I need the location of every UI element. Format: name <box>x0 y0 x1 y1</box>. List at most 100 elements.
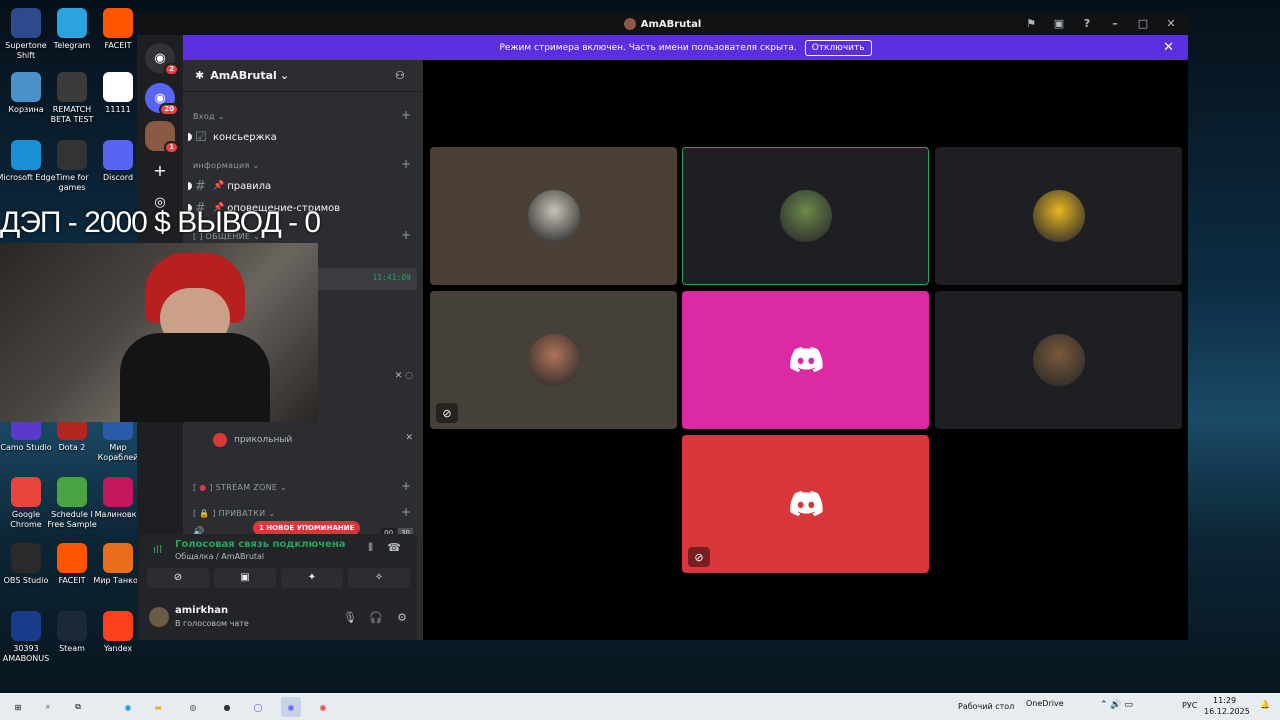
banner-close-icon[interactable]: ✕ <box>1163 40 1174 55</box>
add-channel-icon[interactable]: + <box>401 479 411 493</box>
server-amabrutal[interactable]: 1 <box>145 121 179 154</box>
minimize-button[interactable]: – <box>1108 17 1122 31</box>
telegram-icon <box>57 8 87 38</box>
server-name: AmABrutal <box>210 69 277 82</box>
participant-avatar <box>527 334 580 386</box>
title-bar: AmABrutal ⚑ ▣ ? – □ ✕ <box>137 13 1188 35</box>
task-view-icon[interactable]: ⧉ <box>68 697 88 717</box>
camera-off-icon: ⊘ <box>173 572 183 583</box>
amabonus-icon <box>11 611 41 641</box>
chrome-icon[interactable]: ◉ <box>313 697 333 717</box>
banner-text: Режим стримера включен. Часть имени поль… <box>499 42 797 53</box>
app-icon[interactable]: ● <box>217 697 237 717</box>
desktop-label[interactable]: Рабочий стол <box>958 702 1014 711</box>
add-channel-icon[interactable]: + <box>401 505 411 519</box>
steam-icon <box>57 611 87 641</box>
gamepad-icon <box>57 140 87 170</box>
server-button[interactable]: ◉ 20 <box>145 83 179 116</box>
camo-icon[interactable]: ◯ <box>248 697 268 717</box>
channel-konsierzhka[interactable]: ☑ консьержка <box>188 128 415 146</box>
red-dot-icon: ● <box>199 483 207 492</box>
hash-icon: # <box>195 178 206 194</box>
category-label: STREAM ZONE <box>215 483 278 492</box>
settings-gear-icon[interactable]: ⚙ <box>397 611 407 624</box>
voice-connection-panel: ıll Голосовая связь подключена Общалка /… <box>139 534 417 606</box>
edge-icon[interactable]: ◉ <box>118 697 138 717</box>
faceit-icon <box>57 543 87 573</box>
add-channel-icon[interactable]: + <box>401 108 411 122</box>
noise-suppression-icon[interactable]: ⦀ <box>368 541 373 555</box>
soundboard-button[interactable]: ✧ <box>348 568 410 588</box>
explorer-icon[interactable]: ▬ <box>148 697 168 717</box>
direct-messages-button[interactable]: ◉ 2 <box>145 43 179 76</box>
activities-icon: ✦ <box>307 572 317 583</box>
voice-status-subtitle[interactable]: Общалка / AmABrutal <box>175 552 264 561</box>
category-label: информация <box>193 161 250 170</box>
category-stream-zone[interactable]: [ ● ] STREAM ZONE ⌄ <box>193 483 287 492</box>
file-icon <box>103 72 133 102</box>
server-badge: 20 <box>159 103 179 116</box>
add-server-icon[interactable]: + <box>145 155 175 185</box>
participant-tile[interactable] <box>682 147 929 285</box>
voice-stage: ⊘ ⊘ <box>423 60 1188 640</box>
tray-icons[interactable]: ⌃ 🔊 ▭ <box>1100 700 1133 710</box>
participant-avatar <box>527 190 580 242</box>
schedule-icon <box>57 477 87 507</box>
chevron-down-icon: ⌄ <box>279 69 290 82</box>
voice-timer: 11:41:09 <box>372 273 411 282</box>
member-name: прикольный <box>234 435 293 445</box>
voice-member[interactable]: прикольный <box>213 433 292 447</box>
participant-tile[interactable] <box>935 291 1182 429</box>
add-channel-icon[interactable]: + <box>401 228 411 242</box>
recycle-bin-icon <box>11 72 41 102</box>
username: amirkhan <box>175 605 229 616</box>
close-window-button[interactable]: ✕ <box>1164 17 1178 31</box>
headphones-icon[interactable]: 🎧 <box>369 611 383 624</box>
malinovka-icon <box>103 477 133 507</box>
disable-streamer-mode-button[interactable]: Отключить <box>804 39 872 56</box>
unread-indicator <box>188 182 192 190</box>
windows-start-icon[interactable]: ⊞ <box>8 697 28 717</box>
channel-rules[interactable]: # 📌 правила <box>188 177 415 195</box>
add-user-icon[interactable]: ⚇ <box>395 69 409 83</box>
steam-icon[interactable]: ◎ <box>183 697 203 717</box>
clock-time[interactable]: 11:29 <box>1213 696 1236 705</box>
mic-muted-icon: ✕ ◌ <box>394 371 413 381</box>
category-info[interactable]: информация ⌄ <box>193 161 260 170</box>
disconnect-icon[interactable]: ☎ <box>387 541 401 554</box>
gear-icon: ✱ <box>195 69 205 82</box>
participant-tile[interactable] <box>935 147 1182 285</box>
language-indicator[interactable]: РУС <box>1182 701 1197 710</box>
member-avatar <box>213 433 227 447</box>
participant-tile[interactable]: ⊘ <box>430 291 677 429</box>
microphone-icon[interactable]: 🎙 <box>343 611 357 624</box>
onedrive-label[interactable]: OneDrive <box>1026 699 1064 708</box>
participant-tile[interactable] <box>430 147 677 285</box>
user-avatar[interactable] <box>149 607 169 627</box>
maximize-button[interactable]: □ <box>1136 17 1150 31</box>
clock-date[interactable]: 16.12.2025 <box>1204 707 1250 716</box>
screen-share-button[interactable]: ▣ <box>214 568 276 588</box>
voice-status-title: Голосовая связь подключена <box>175 539 346 550</box>
screen-share-icon[interactable]: ▣ <box>1052 17 1066 31</box>
search-icon[interactable]: ⌕ <box>38 697 58 717</box>
camera-off-button[interactable]: ⊘ <box>147 568 209 588</box>
discord-icon <box>103 140 133 170</box>
participant-tile[interactable]: ⊘ <box>682 435 929 573</box>
new-mention-pill[interactable]: 1 НОВОЕ УПОМИНАНИЕ <box>253 521 361 535</box>
channel-label: консьержка <box>213 131 277 143</box>
category-entry[interactable]: Вход ⌄ <box>193 112 225 121</box>
server-header[interactable]: ✱ AmABrutal ⌄ ⚇ <box>183 60 423 92</box>
discord-icon[interactable]: ◉ <box>281 697 301 717</box>
obs-icon <box>11 543 41 573</box>
muted-icon: ⊘ <box>436 403 458 423</box>
participant-tile[interactable] <box>682 291 929 429</box>
activities-button[interactable]: ✦ <box>281 568 343 588</box>
notifications-icon[interactable]: 🔔 <box>1260 700 1270 709</box>
help-icon[interactable]: ? <box>1080 17 1094 31</box>
add-channel-icon[interactable]: + <box>401 157 411 171</box>
flag-icon[interactable]: ⚑ <box>1024 17 1038 31</box>
discord-icon: ◉ <box>154 50 166 66</box>
category-privates[interactable]: [ 🔒 ] ПРИВАТКИ ⌄ <box>193 509 275 518</box>
rematch-icon <box>57 72 87 102</box>
